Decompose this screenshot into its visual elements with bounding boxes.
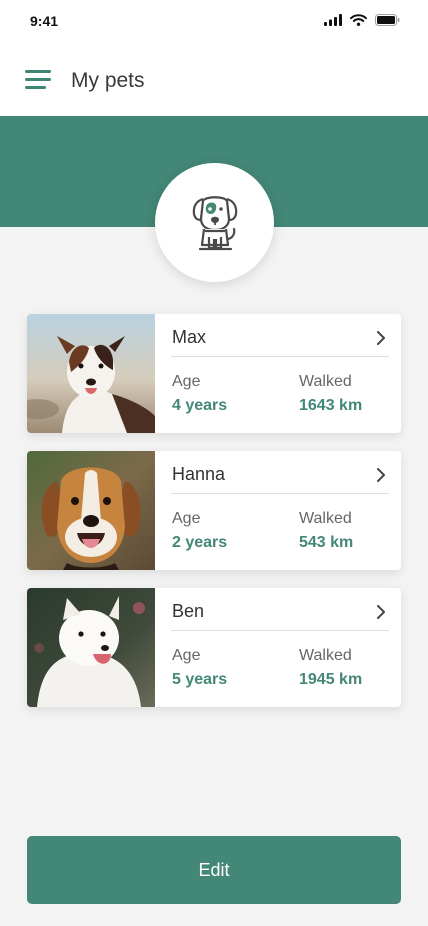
wifi-icon [350, 14, 367, 26]
walked-label: Walked [299, 510, 352, 527]
chevron-right-icon[interactable] [375, 467, 387, 483]
age-value: 5 years [172, 671, 228, 688]
chevron-right-icon[interactable] [375, 604, 387, 620]
dog-photo-hanna [27, 451, 155, 570]
battery-icon [375, 14, 400, 26]
app-header: My pets [0, 44, 428, 116]
status-time: 9:41 [30, 13, 59, 29]
age-label: Age [172, 373, 201, 390]
status-bar: 9:41 [0, 0, 428, 44]
age-label: Age [172, 647, 201, 664]
pet-name: Ben [172, 601, 205, 621]
pet-card-ben[interactable]: Ben Age 5 years Walked 1945 km [27, 588, 401, 707]
divider [171, 356, 389, 357]
walked-value: 1643 km [299, 397, 363, 414]
dog-photo-ben [27, 588, 155, 707]
pet-name: Hanna [172, 464, 226, 484]
age-label: Age [172, 510, 201, 527]
pet-name: Max [172, 327, 207, 347]
age-value: 2 years [172, 534, 228, 551]
divider [171, 630, 389, 631]
pet-card-max[interactable]: Max Age 4 years Walked 1643 km [27, 314, 401, 433]
walked-label: Walked [299, 373, 352, 390]
divider [171, 493, 389, 494]
pet-avatar [155, 163, 274, 282]
signal-icon [324, 14, 342, 26]
walked-value: 1945 km [299, 671, 363, 688]
hamburger-menu-icon[interactable] [25, 70, 51, 90]
age-value: 4 years [172, 397, 228, 414]
status-icons [324, 13, 400, 27]
chevron-right-icon[interactable] [375, 330, 387, 346]
edit-button[interactable]: Edit [27, 836, 401, 904]
pet-card-hanna[interactable]: Hanna Age 2 years Walked 543 km [27, 451, 401, 570]
dog-photo-max [27, 314, 155, 433]
page-title: My pets [71, 69, 145, 92]
dog-icon [192, 195, 237, 250]
walked-value: 543 km [299, 534, 354, 551]
walked-label: Walked [299, 647, 352, 664]
